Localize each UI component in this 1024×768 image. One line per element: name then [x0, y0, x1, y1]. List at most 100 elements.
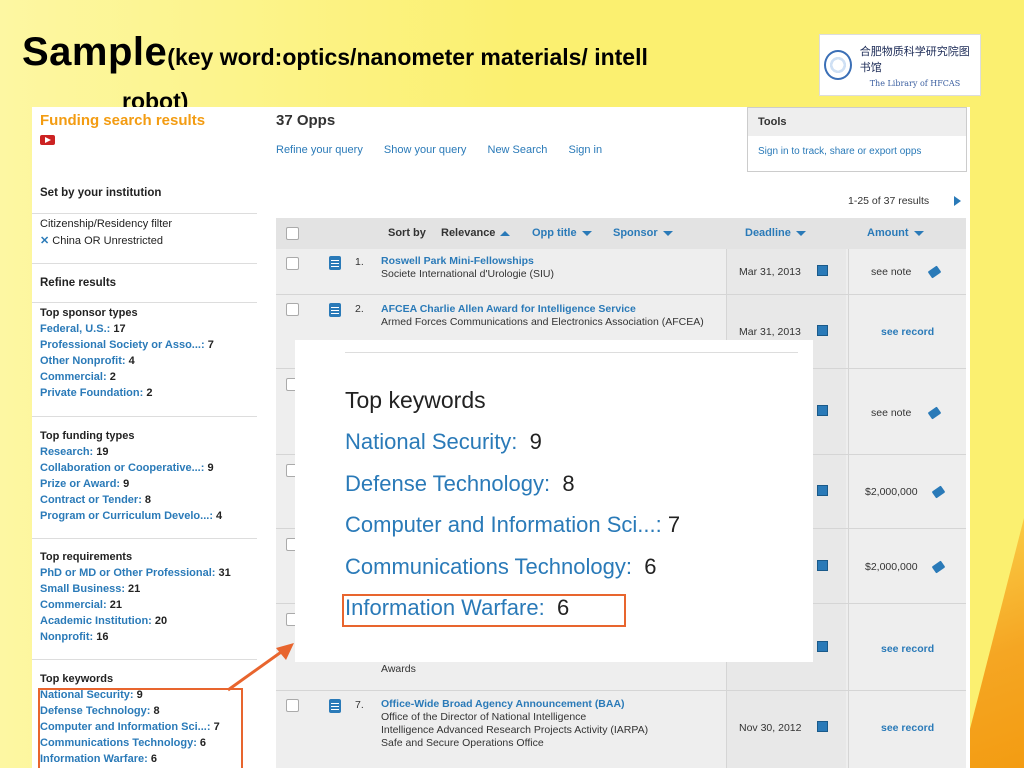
- row-checkbox[interactable]: [286, 257, 299, 270]
- calendar-icon[interactable]: [817, 325, 828, 336]
- tag-icon[interactable]: [931, 485, 946, 499]
- funding-type-item[interactable]: Prize or Award: 9: [40, 478, 129, 490]
- zoom-keyword-national-security[interactable]: National Security: 9: [345, 429, 542, 455]
- row-checkbox[interactable]: [286, 699, 299, 712]
- requirement-item-label[interactable]: Commercial:: [40, 599, 107, 611]
- sponsor-type-item[interactable]: Other Nonprofit: 4: [40, 355, 135, 367]
- row-number: 1.: [355, 256, 364, 268]
- select-all-checkbox[interactable]: [286, 227, 299, 240]
- calendar-icon[interactable]: [817, 405, 828, 416]
- opp-sponsor: Office of the Director of National Intel…: [381, 711, 649, 749]
- sponsor-type-item-count: 2: [109, 371, 116, 383]
- sponsor-type-item[interactable]: Federal, U.S.: 17: [40, 323, 126, 335]
- top-links: Refine your query Show your query New Se…: [276, 144, 620, 156]
- sidebar-title: Funding search results: [40, 112, 206, 129]
- sort-amount[interactable]: Amount: [867, 227, 924, 239]
- sort-asc-icon: [500, 230, 511, 236]
- requirement-item[interactable]: Commercial: 21: [40, 599, 122, 611]
- requirement-item-count: 20: [154, 615, 168, 627]
- sort-deadline[interactable]: Deadline: [745, 227, 806, 239]
- show-query-link[interactable]: Show your query: [384, 144, 467, 156]
- funding-type-item[interactable]: Program or Curriculum Develo...: 4: [40, 510, 222, 522]
- funding-type-item-label[interactable]: Research:: [40, 446, 93, 458]
- next-page-icon[interactable]: [954, 196, 961, 206]
- sort-relevance[interactable]: Relevance: [441, 227, 511, 239]
- calendar-icon[interactable]: [817, 721, 828, 732]
- see-record-link[interactable]: see record: [881, 722, 934, 734]
- requirement-item-label[interactable]: PhD or MD or Other Professional:: [40, 567, 215, 579]
- sponsor-type-item-label[interactable]: Federal, U.S.:: [40, 323, 110, 335]
- requirement-item-label[interactable]: Academic Institution:: [40, 615, 152, 627]
- new-search-link[interactable]: New Search: [488, 144, 548, 156]
- refine-query-link[interactable]: Refine your query: [276, 144, 363, 156]
- sponsor-type-item-count: 2: [146, 387, 153, 399]
- zoom-keyword-computer-info-sci[interactable]: Computer and Information Sci...: 7: [345, 512, 680, 538]
- document-icon: [329, 256, 341, 270]
- opp-title-link[interactable]: Office-Wide Broad Agency Announcement (B…: [381, 698, 625, 710]
- requirement-item-count: 31: [218, 567, 231, 579]
- table-row[interactable]: 1. Roswell Park Mini-Fellowships Societe…: [276, 249, 966, 295]
- sponsor-type-item-count: 17: [113, 323, 126, 335]
- calendar-icon[interactable]: [817, 265, 828, 276]
- remove-filter-icon[interactable]: ✕: [40, 235, 49, 247]
- requirement-item-label[interactable]: Small Business:: [40, 583, 125, 595]
- sort-opp-title[interactable]: Opp title: [532, 227, 592, 239]
- calendar-icon[interactable]: [817, 560, 828, 571]
- keywords-zoom-panel: Top keywords National Security: 9 Defens…: [295, 340, 813, 662]
- zoom-keyword-communications-tech[interactable]: Communications Technology: 6: [345, 554, 656, 580]
- funding-type-item-label[interactable]: Program or Curriculum Develo...:: [40, 510, 213, 522]
- funding-type-item-label[interactable]: Collaboration or Cooperative...:: [40, 462, 204, 474]
- tag-icon[interactable]: [931, 560, 946, 574]
- opp-title-link[interactable]: AFCEA Charlie Allen Award for Intelligen…: [381, 303, 636, 315]
- calendar-icon[interactable]: [817, 641, 828, 652]
- chevron-down-icon: [581, 230, 592, 236]
- funding-type-item[interactable]: Research: 19: [40, 446, 109, 458]
- tools-panel: Tools Sign in to track, share or export …: [747, 107, 967, 172]
- requirement-item-label[interactable]: Nonprofit:: [40, 631, 93, 643]
- requirement-item[interactable]: PhD or MD or Other Professional: 31: [40, 567, 231, 579]
- library-logo: 合肥物质科学研究院图书馆 The Library of HFCAS: [819, 34, 981, 96]
- opp-title-link[interactable]: Roswell Park Mini-Fellowships: [381, 255, 534, 267]
- seal-icon: [824, 50, 852, 80]
- requirement-item[interactable]: Small Business: 21: [40, 583, 140, 595]
- funding-type-item-label[interactable]: Contract or Tender:: [40, 494, 142, 506]
- funding-type-item-count: 8: [144, 494, 152, 506]
- see-record-link[interactable]: see record: [881, 643, 934, 655]
- row-checkbox[interactable]: [286, 303, 299, 316]
- funding-type-item[interactable]: Contract or Tender: 8: [40, 494, 151, 506]
- tag-icon[interactable]: [927, 265, 942, 279]
- document-icon: [329, 303, 341, 317]
- funding-type-item-label[interactable]: Prize or Award:: [40, 478, 120, 490]
- sponsor-type-item[interactable]: Private Foundation: 2: [40, 387, 152, 399]
- sort-sponsor[interactable]: Sponsor: [613, 227, 673, 239]
- sort-by-label: Sort by: [388, 227, 426, 239]
- citizenship-filter[interactable]: ✕ China OR Unrestricted: [40, 234, 163, 247]
- sponsor-type-item[interactable]: Commercial: 2: [40, 371, 116, 383]
- sponsor-type-item-label[interactable]: Commercial:: [40, 371, 107, 383]
- funding-type-item[interactable]: Collaboration or Cooperative...: 9: [40, 462, 214, 474]
- opp-sponsor: Awards: [381, 663, 416, 675]
- deadline-value: Nov 30, 2012: [739, 722, 802, 734]
- video-play-icon[interactable]: [40, 135, 55, 145]
- sponsor-type-item[interactable]: Professional Society or Asso...: 7: [40, 339, 214, 351]
- sponsor-type-item-label[interactable]: Other Nonprofit:: [40, 355, 126, 367]
- sponsor-type-item-label[interactable]: Professional Society or Asso...:: [40, 339, 205, 351]
- requirement-item-count: 21: [109, 599, 122, 611]
- chevron-down-icon: [662, 230, 673, 236]
- requirement-item[interactable]: Academic Institution: 20: [40, 615, 167, 627]
- tag-icon[interactable]: [927, 406, 942, 420]
- zoom-keyword-defense-technology[interactable]: Defense Technology: 8: [345, 471, 575, 497]
- requirement-item-count: 21: [128, 583, 141, 595]
- tools-sign-in-link[interactable]: Sign in to track, share or export opps: [748, 136, 966, 167]
- sign-in-link[interactable]: Sign in: [568, 144, 602, 156]
- tools-heading: Tools: [748, 108, 966, 136]
- see-record-link[interactable]: see record: [881, 326, 934, 338]
- row-number: 2.: [355, 303, 364, 315]
- calendar-icon[interactable]: [817, 485, 828, 496]
- sponsor-type-item-label[interactable]: Private Foundation:: [40, 387, 143, 399]
- table-row[interactable]: 7. Office-Wide Broad Agency Announcement…: [276, 691, 966, 768]
- sidebar: Funding search results Set by your insti…: [32, 107, 257, 768]
- opp-sponsor: Societe International d'Urologie (SIU): [381, 268, 555, 280]
- requirement-item[interactable]: Nonprofit: 16: [40, 631, 108, 643]
- keywords-heading: Top keywords: [40, 673, 114, 685]
